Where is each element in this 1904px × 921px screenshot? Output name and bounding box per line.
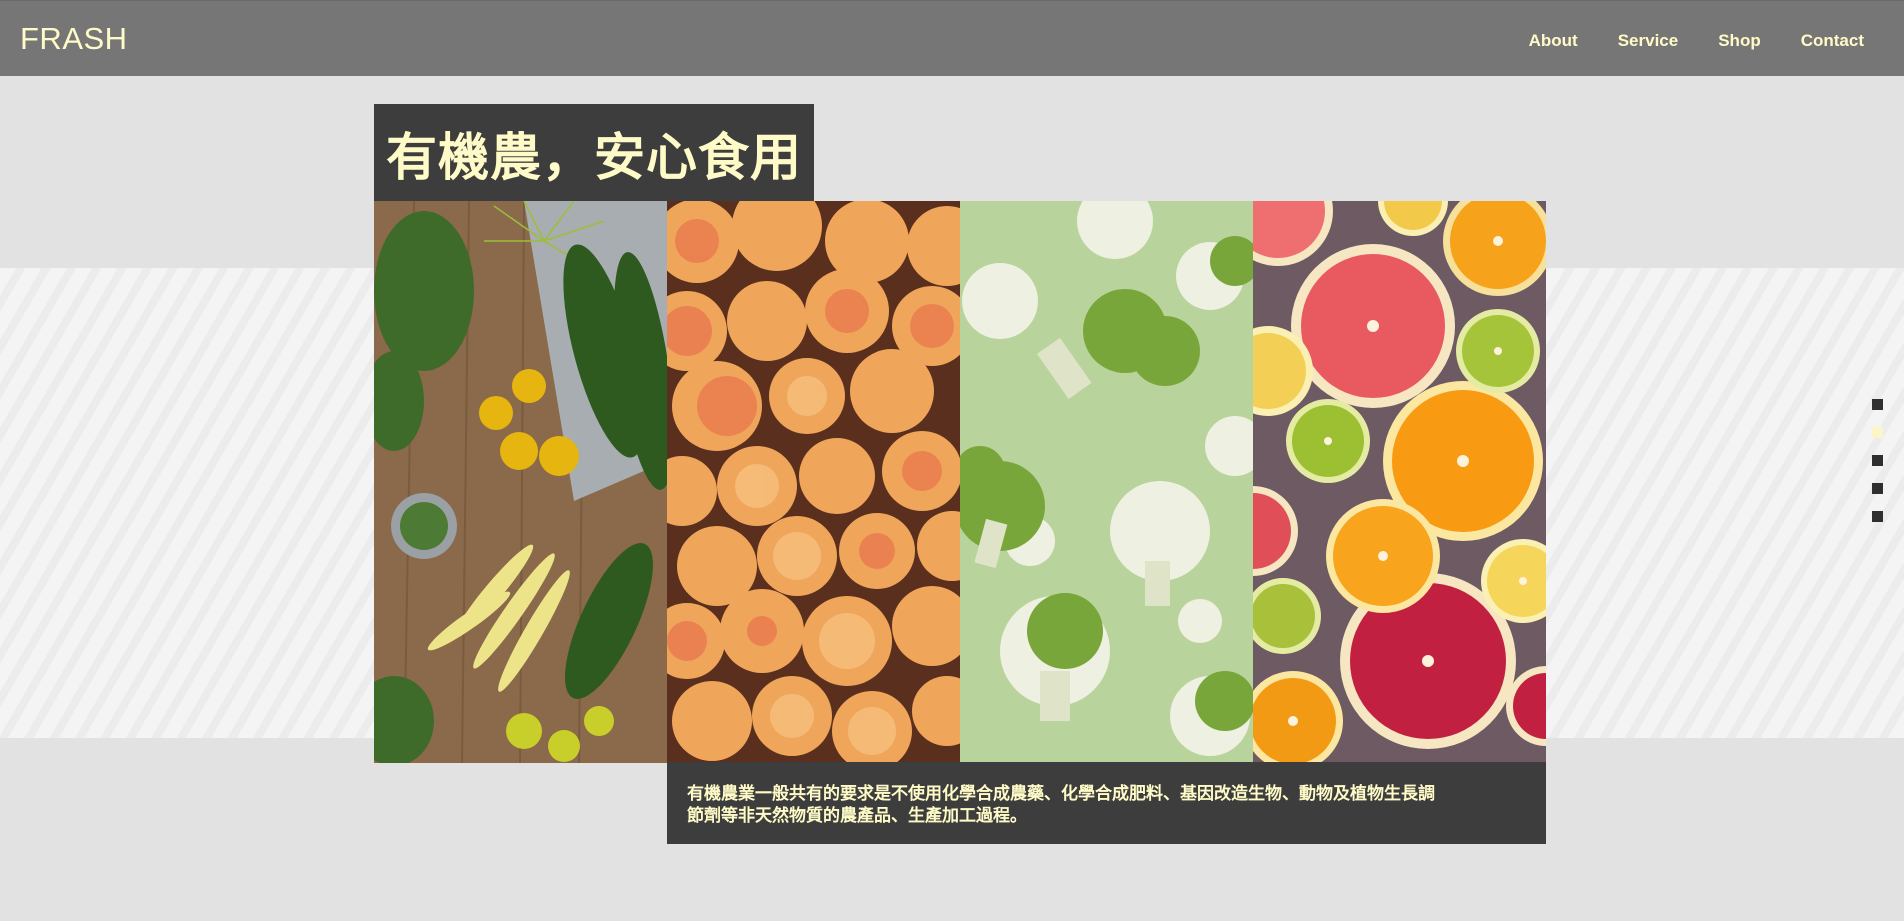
nav-service-link[interactable]: Service [1618, 31, 1679, 51]
main-nav: About Service Shop Contact [1529, 31, 1864, 51]
pager-dot[interactable] [1872, 427, 1883, 438]
pager-dot[interactable] [1872, 483, 1883, 494]
pager-dot[interactable] [1872, 399, 1883, 410]
nav-contact-link[interactable]: Contact [1801, 31, 1864, 51]
caption-line-1: 有機農業一般共有的要求是不使用化學合成農藥、化學合成肥料、基因改造生物、動物及植… [687, 784, 1435, 804]
produce-gallery [374, 201, 1546, 763]
citrus-image [1253, 201, 1546, 763]
hero-title: 有機農，安心食用 [374, 104, 814, 202]
gallery-panel-cauliflower [960, 201, 1253, 763]
pager-dot[interactable] [1872, 455, 1883, 466]
top-navbar: FRASH About Service Shop Contact [0, 0, 1904, 76]
pager-dot[interactable] [1872, 511, 1883, 522]
nav-shop-link[interactable]: Shop [1718, 31, 1761, 51]
apricots-image [667, 201, 960, 763]
caption-line-2: 節劑等非天然物質的農產品、生產加工過程。 [687, 806, 1027, 826]
brand-logo[interactable]: FRASH [20, 21, 128, 57]
gallery-panel-apricots [667, 201, 960, 763]
gallery-panel-vegetables [374, 201, 667, 763]
slide-pager [1872, 399, 1883, 522]
vegetables-image [374, 201, 667, 763]
cauliflower-image [960, 201, 1253, 763]
nav-about-link[interactable]: About [1529, 31, 1578, 51]
hero-caption: 有機農業一般共有的要求是不使用化學合成農藥、化學合成肥料、基因改造生物、動物及植… [667, 762, 1546, 844]
gallery-panel-citrus [1253, 201, 1546, 763]
